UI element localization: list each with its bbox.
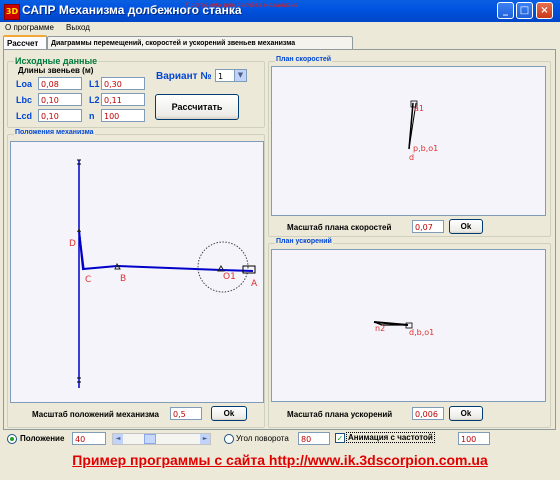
angle-field[interactable]: 80	[298, 432, 330, 445]
scroll-left-icon[interactable]: ◄	[113, 434, 123, 444]
variant-label: Вариант №	[156, 71, 212, 82]
slider-a	[242, 265, 256, 274]
point-a-label: A	[251, 279, 258, 289]
variant-select[interactable]: 1 ▼	[215, 69, 247, 82]
title-hint: Программа для расчёта механизма	[186, 2, 299, 9]
n-field[interactable]: 100	[101, 109, 145, 122]
calculate-button-label: Рассчитать	[171, 102, 223, 112]
point-d-label: D	[69, 239, 76, 249]
angle-label: Угол поворота	[236, 434, 289, 443]
loa-label: Loa	[16, 79, 33, 89]
velocity-scale-field[interactable]: 0,07	[412, 220, 444, 233]
velocity-drawing: a1 p,b,o1 d	[408, 100, 438, 162]
acceleration-drawing: n2 d,b,o1	[373, 321, 434, 337]
crank-circle	[197, 241, 249, 293]
scroll-thumb[interactable]	[144, 434, 157, 444]
title-bar: 3D САПР Механизма долбежного станка Прог…	[0, 0, 560, 22]
mechanism-links	[78, 229, 254, 272]
mechanism-canvas[interactable]: D C B O1 A	[10, 141, 264, 403]
lbc-label: Lbc	[16, 95, 33, 105]
variant-value: 1	[218, 72, 224, 81]
acceleration-canvas[interactable]: n2 d,b,o1	[271, 249, 546, 402]
scroll-right-icon[interactable]: ►	[200, 434, 210, 444]
lbc-field[interactable]: 0,10	[38, 93, 82, 106]
joint-d	[77, 228, 81, 232]
velocity-ok-button[interactable]: Ok	[449, 219, 483, 234]
velocity-d-label: d	[409, 153, 414, 162]
animation-label: Анимация с частотой	[346, 432, 435, 443]
position-radio[interactable]	[7, 434, 17, 444]
n-label: n	[89, 111, 95, 121]
acceleration-ok-button[interactable]: Ok	[449, 406, 483, 421]
acceleration-scale-field[interactable]: 0,006	[412, 407, 444, 420]
angle-radio[interactable]	[224, 434, 234, 444]
position-label: Положение	[20, 434, 65, 443]
menu-exit[interactable]: Выход	[66, 23, 90, 32]
tab-diagrams[interactable]: Диаграммы перемещений, скоростей и ускор…	[47, 36, 353, 49]
acceleration-ok-label: Ok	[460, 409, 472, 418]
loa-field[interactable]: 0,08	[38, 77, 82, 90]
close-button[interactable]: ×	[536, 2, 553, 19]
acceleration-d-label: d,b,o1	[409, 328, 434, 337]
controls-bar: Положение 40 ◄ ► Угол поворота 80 ✓ Аним…	[0, 430, 560, 448]
maximize-button[interactable]: □	[516, 2, 533, 19]
mechanism-scale-field[interactable]: 0,5	[170, 407, 202, 420]
minimize-button[interactable]: _	[497, 2, 514, 19]
input-data-title: Исходные данные	[14, 56, 99, 66]
acceleration-n2-label: n2	[375, 324, 385, 333]
animation-field[interactable]: 100	[458, 432, 490, 445]
point-b-label: B	[120, 274, 126, 284]
app-icon[interactable]: 3D	[4, 4, 20, 20]
velocity-a1-label: a1	[414, 104, 424, 113]
animation-checkbox[interactable]: ✓	[335, 433, 345, 443]
menu-about[interactable]: О программе	[5, 23, 54, 32]
velocity-pole-label: p,b,o1	[413, 144, 438, 153]
position-field[interactable]: 40	[72, 432, 106, 445]
point-o1-label: O1	[223, 272, 236, 282]
l2-label: L2	[89, 95, 100, 105]
mechanism-ok-button[interactable]: Ok	[211, 406, 247, 421]
radio-dot-icon	[10, 437, 14, 441]
lengths-title: Длины звеньев (м)	[18, 66, 94, 75]
mechanism-title: Положения механизма	[14, 129, 95, 136]
mechanism-drawing: D C B O1 A	[69, 159, 258, 388]
calculate-button[interactable]: Рассчитать	[155, 94, 239, 120]
acceleration-title: План ускорений	[275, 238, 333, 245]
lcd-label: Lcd	[16, 111, 33, 121]
menu-bar: О программе Выход	[0, 22, 560, 35]
acceleration-scale-label: Масштаб плана ускорений	[287, 410, 393, 419]
website-link[interactable]: Пример программы с сайта http://www.ik.3…	[0, 452, 560, 468]
chevron-down-icon[interactable]: ▼	[234, 70, 246, 81]
l1-label: L1	[89, 79, 100, 89]
velocity-title: План скоростей	[275, 56, 333, 63]
l2-field[interactable]: 0,11	[101, 93, 145, 106]
lcd-field[interactable]: 0,10	[38, 109, 82, 122]
tab-calculation[interactable]: Рассчет	[3, 35, 47, 50]
mechanism-ok-label: Ok	[223, 409, 235, 418]
position-scrollbar[interactable]: ◄ ►	[112, 433, 211, 445]
l1-field[interactable]: 0,30	[101, 77, 145, 90]
mechanism-scale-label: Масштаб положений механизма	[32, 410, 159, 419]
velocity-ok-label: Ok	[460, 222, 472, 231]
point-c-label: C	[85, 275, 91, 285]
velocity-scale-label: Масштаб плана скоростей	[287, 223, 392, 232]
velocity-canvas[interactable]: a1 p,b,o1 d	[271, 66, 546, 216]
